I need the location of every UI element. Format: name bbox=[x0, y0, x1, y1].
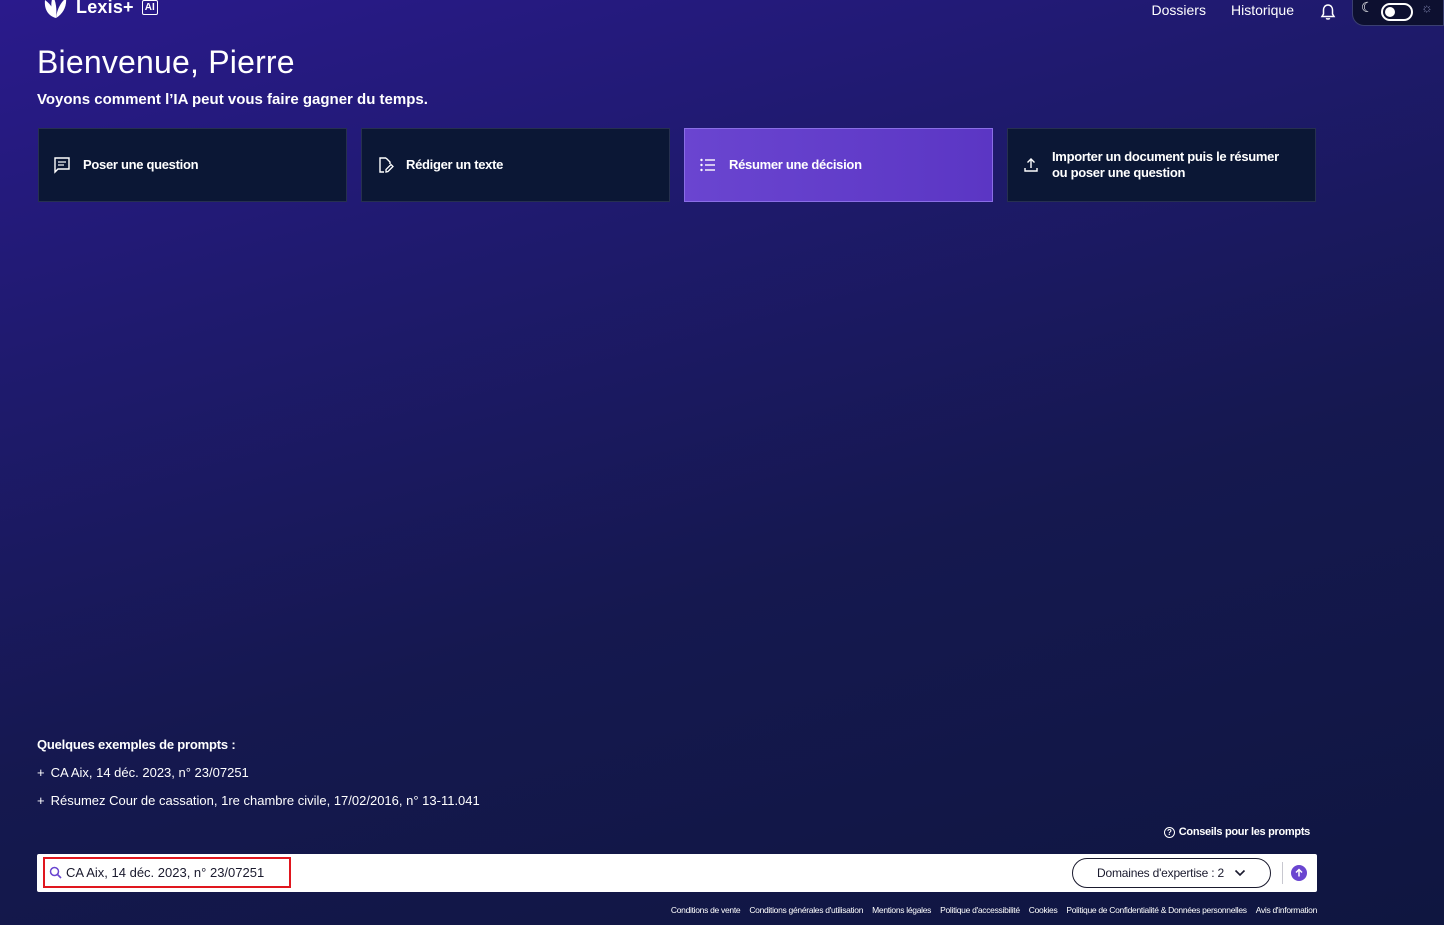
switch-knob bbox=[1385, 7, 1395, 17]
chevron-down-icon bbox=[1234, 869, 1246, 877]
card-poser-question[interactable]: Poser une question bbox=[38, 128, 347, 202]
search-icon bbox=[49, 866, 62, 879]
moon-icon: ☾ bbox=[1361, 0, 1374, 15]
plus-icon: + bbox=[37, 793, 45, 808]
chat-icon bbox=[54, 157, 70, 174]
prompt-bar: Domaines d'expertise : 2 bbox=[37, 854, 1317, 892]
card-label: Importer un document puis le résumer ou … bbox=[1052, 149, 1279, 180]
sun-icon: ☼ bbox=[1421, 0, 1433, 15]
example-prompt[interactable]: + CA Aix, 14 déc. 2023, n° 23/07251 bbox=[37, 765, 249, 780]
domains-label: Domaines d'expertise : 2 bbox=[1097, 866, 1224, 880]
search-input[interactable] bbox=[66, 865, 286, 880]
card-label: Résumer une décision bbox=[729, 157, 862, 172]
edit-document-icon bbox=[379, 157, 394, 173]
search-field[interactable] bbox=[43, 857, 291, 888]
card-resumer-decision[interactable]: Résumer une décision bbox=[684, 128, 993, 202]
example-prompt-text: CA Aix, 14 déc. 2023, n° 23/07251 bbox=[50, 765, 249, 780]
list-icon bbox=[700, 158, 715, 172]
example-prompt-text: Résumez Cour de cassation, 1re chambre c… bbox=[50, 793, 480, 808]
footer-confidentialite[interactable]: Politique de Confidentialité & Données p… bbox=[1066, 905, 1247, 915]
bell-icon[interactable] bbox=[1320, 3, 1336, 21]
footer-mentions-legales[interactable]: Mentions légales bbox=[872, 905, 931, 915]
footer-avis-information[interactable]: Avis d'information bbox=[1256, 905, 1318, 915]
domains-dropdown[interactable]: Domaines d'expertise : 2 bbox=[1072, 858, 1271, 888]
page-title: Bienvenue, Pierre bbox=[37, 44, 295, 80]
prompts-title: Quelques exemples de prompts : bbox=[37, 737, 236, 752]
footer-conditions-vente[interactable]: Conditions de vente bbox=[671, 905, 741, 915]
card-rediger-texte[interactable]: Rédiger un texte bbox=[361, 128, 670, 202]
brand-ai-badge: AI bbox=[141, 0, 158, 15]
footer-accessibilite[interactable]: Politique d'accessibilité bbox=[940, 905, 1020, 915]
help-icon: ? bbox=[1163, 826, 1175, 838]
theme-toggle[interactable]: ☾ ☼ bbox=[1352, 0, 1444, 26]
card-label: Rédiger un texte bbox=[406, 157, 504, 172]
prompt-tips-label: Conseils pour les prompts bbox=[1178, 826, 1311, 838]
prompt-tips-link[interactable]: ? Conseils pour les prompts bbox=[1163, 826, 1311, 838]
action-cards: Poser une question Rédiger un texte Résu… bbox=[38, 128, 1316, 202]
brand-name: Lexis+ bbox=[76, 0, 134, 17]
top-header: Lexis+ AI Dossiers Historique ☾ ☼ bbox=[0, 0, 1444, 26]
theme-switch[interactable] bbox=[1381, 3, 1413, 21]
divider bbox=[1282, 862, 1283, 884]
footer-links: Conditions de vente Conditions générales… bbox=[671, 905, 1317, 915]
plus-icon: + bbox=[37, 765, 45, 780]
footer-cgu[interactable]: Conditions générales d'utilisation bbox=[749, 905, 863, 915]
brand-logo[interactable]: Lexis+ AI bbox=[42, 0, 158, 20]
lexis-logo-icon bbox=[44, 0, 67, 18]
page-subtitle: Voyons comment l’IA peut vous faire gagn… bbox=[37, 91, 428, 108]
card-label: Poser une question bbox=[83, 157, 199, 172]
footer-cookies[interactable]: Cookies bbox=[1029, 905, 1058, 915]
nav-dossiers[interactable]: Dossiers bbox=[1152, 2, 1206, 18]
send-button[interactable] bbox=[1291, 865, 1307, 881]
arrow-up-icon bbox=[1295, 868, 1303, 877]
card-importer-document[interactable]: Importer un document puis le résumer ou … bbox=[1007, 128, 1316, 202]
example-prompt[interactable]: + Résumez Cour de cassation, 1re chambre… bbox=[37, 793, 480, 808]
upload-icon bbox=[1024, 158, 1038, 172]
main-nav: Dossiers Historique bbox=[1152, 2, 1295, 18]
nav-historique[interactable]: Historique bbox=[1231, 2, 1294, 18]
